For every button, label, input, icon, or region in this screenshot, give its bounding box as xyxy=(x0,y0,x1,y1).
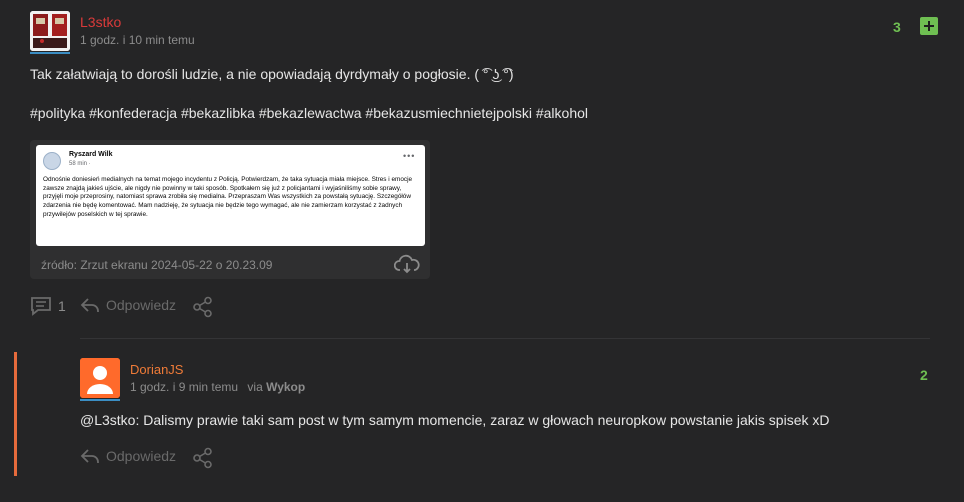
avatar-underline xyxy=(80,399,120,401)
share-button[interactable] xyxy=(192,447,214,469)
reply-text: Dalismy prawie taki sam post w tym samym… xyxy=(139,412,830,428)
comment-icon xyxy=(31,297,51,316)
reply-body: @L3stko: Dalismy prawie taki sam post w … xyxy=(80,412,829,428)
reply-author-avatar[interactable] xyxy=(80,358,120,398)
reply-mention[interactable]: @L3stko: xyxy=(80,412,139,428)
embedded-image[interactable]: Ryszard Wilk 58 min · ••• Odnośnie donie… xyxy=(30,140,430,279)
image-source: źródło: Zrzut ekranu 2024-05-22 o 20.23.… xyxy=(41,258,273,272)
plus-icon xyxy=(924,21,934,31)
post-timestamp[interactable]: 1 godz. i 10 min temu xyxy=(80,33,195,47)
reply-author-name[interactable]: DorianJS xyxy=(130,362,183,377)
share-button[interactable] xyxy=(192,296,214,318)
download-cloud-icon[interactable] xyxy=(393,254,420,279)
author-avatar[interactable] xyxy=(30,11,70,51)
reply-arrow-icon xyxy=(80,298,99,312)
reply-meta: 1 godz. i 9 min temu via Wykop xyxy=(130,380,305,394)
divider xyxy=(80,338,930,339)
author-name[interactable]: L3stko xyxy=(80,14,121,30)
reply-label: Odpowiedz xyxy=(106,297,177,313)
vote-count: 3 xyxy=(893,19,901,35)
fb-avatar xyxy=(43,152,61,170)
fb-author-name: Ryszard Wilk xyxy=(69,151,113,158)
share-icon xyxy=(193,447,212,469)
post-entry: L3stko 1 godz. i 10 min temu 3 Tak załat… xyxy=(0,0,964,502)
reply-vote-count: 2 xyxy=(920,367,928,383)
post-tags[interactable]: #polityka #konfederacja #bekazlibka #bek… xyxy=(30,105,588,121)
default-user-icon xyxy=(80,358,120,398)
fb-post-text: Odnośnie doniesień medialnych na temat m… xyxy=(43,176,413,218)
via-app: Wykop xyxy=(266,380,306,394)
upvote-button[interactable] xyxy=(920,17,938,35)
post-body: Tak załatwiają to dorośli ludzie, a nie … xyxy=(30,66,514,82)
via-prefix: via xyxy=(247,380,263,394)
fb-meta: 58 min · xyxy=(69,161,91,167)
avatar-underline xyxy=(30,52,70,54)
reply-button[interactable]: Odpowiedz xyxy=(80,447,176,465)
reply-button[interactable]: Odpowiedz xyxy=(80,296,176,314)
avatar-image-icon xyxy=(30,11,70,51)
comments-count: 1 xyxy=(58,298,66,314)
share-icon xyxy=(193,296,212,318)
facebook-post-screenshot: Ryszard Wilk 58 min · ••• Odnośnie donie… xyxy=(36,145,425,246)
reply-timestamp[interactable]: 1 godz. i 9 min temu xyxy=(130,380,238,394)
via-label: via Wykop xyxy=(247,380,305,394)
more-options-icon: ••• xyxy=(403,151,416,161)
reply-label: Odpowiedz xyxy=(106,448,177,464)
reply-indicator-bar xyxy=(14,352,17,476)
reply-arrow-icon xyxy=(80,449,99,463)
comments-button[interactable]: 1 xyxy=(30,296,66,316)
